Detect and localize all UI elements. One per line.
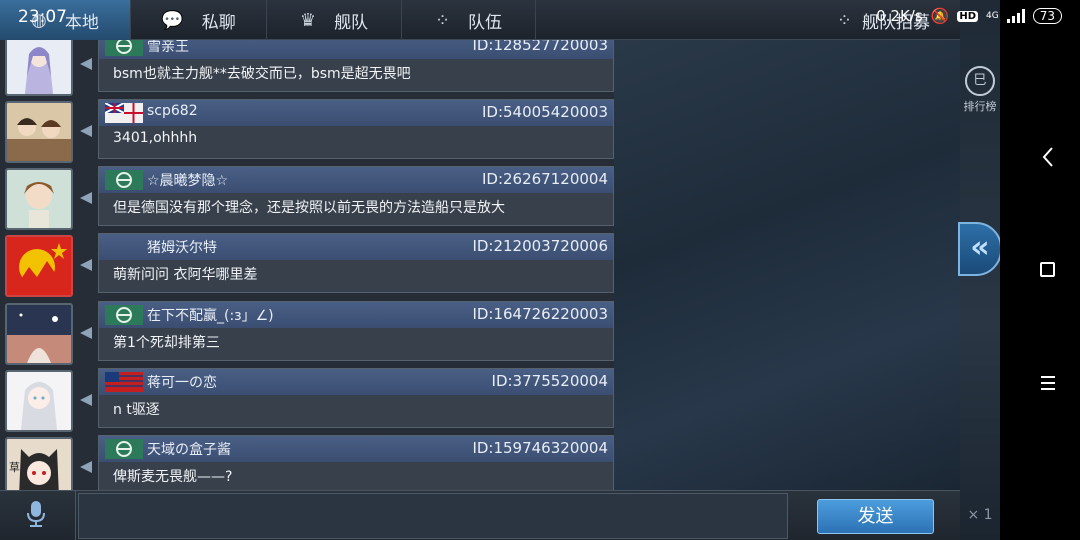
leaderboard-icon: 巳 <box>965 66 995 96</box>
bubble-pointer <box>80 125 92 137</box>
message-bubble: scp682 ID:54005420003 3401,ohhhh <box>98 99 614 159</box>
avatar[interactable] <box>5 370 73 432</box>
sender-id: ID:164726220003 <box>472 305 608 323</box>
microphone-icon <box>27 501 45 527</box>
team-icon: ⁘ <box>434 9 451 31</box>
message-bubble: 天域の盒子酱 ID:159746320004 俾斯麦无畏舰——? <box>98 435 614 490</box>
avatar[interactable] <box>5 168 73 230</box>
sender-name[interactable]: 雪亲王 <box>147 40 189 56</box>
leaderboard-button[interactable]: 巳 排行榜 <box>960 60 1000 120</box>
green-emblem-icon <box>105 439 143 459</box>
chat-tab-bar: ◍ 本地 💬 私聊 ♛ 舰队 ⁘ 队伍 ⁘ 舰队招募 <box>0 0 960 40</box>
chat-message: 草 天域の盒子酱 ID:159746320004 俾斯麦无畏舰——? <box>0 435 614 490</box>
chat-message-list[interactable]: 雪亲王 ID:128527720003 bsm也就主力舰**去破交而已，bsm是… <box>0 40 614 490</box>
tab-label: 私聊 <box>201 12 236 33</box>
chat-message: 雪亲王 ID:128527720003 bsm也就主力舰**去破交而已，bsm是… <box>0 40 614 96</box>
voice-input-button[interactable] <box>0 491 76 540</box>
recents-icon[interactable] <box>1041 376 1055 394</box>
message-bubble: 雪亲王 ID:128527720003 bsm也就主力舰**去破交而已，bsm是… <box>98 40 614 92</box>
sender-id: ID:3775520004 <box>491 372 608 390</box>
leaderboard-label: 排行榜 <box>963 100 997 113</box>
message-text: 俾斯麦无畏舰——? <box>113 469 233 485</box>
message-text: bsm也就主力舰**去破交而已，bsm是超无畏吧 <box>113 66 411 82</box>
tab-private[interactable]: 💬 私聊 <box>131 0 267 40</box>
message-header: 雪亲王 ID:128527720003 <box>99 40 613 59</box>
message-header: ☆晨曦梦隐☆ ID:26267120004 <box>99 167 613 193</box>
sender-id: ID:159746320004 <box>472 439 608 457</box>
chat-message: 蒋可一の恋 ID:3775520004 n t驱逐 <box>0 368 614 432</box>
avatar[interactable] <box>5 303 73 365</box>
bubble-pointer <box>80 394 92 406</box>
message-bubble: ☆晨曦梦隐☆ ID:26267120004 但是德国没有那个理念，还是按照以前无… <box>98 166 614 226</box>
tab-fleet-recruit[interactable]: ⁘ 舰队招募 <box>536 0 960 40</box>
tab-label: 舰队 <box>334 12 369 33</box>
sender-id: ID:212003720006 <box>472 237 608 255</box>
message-text: 萌新问问 衣阿华哪里差 <box>113 267 258 283</box>
chat-message: scp682 ID:54005420003 3401,ohhhh <box>0 99 614 163</box>
green-emblem-icon <box>105 170 143 190</box>
message-bubble: 在下不配赢_(:з」∠) ID:164726220003 第1个死却排第三 <box>98 301 614 361</box>
sender-name[interactable]: ☆晨曦梦隐☆ <box>147 170 228 190</box>
globe-icon: ◍ <box>31 9 47 31</box>
bubble-pointer <box>80 461 92 473</box>
avatar[interactable]: 草 <box>5 437 73 490</box>
bubble-pointer <box>80 58 92 70</box>
message-bubble: 蒋可一の恋 ID:3775520004 n t驱逐 <box>98 368 614 428</box>
home-icon[interactable] <box>1040 262 1055 277</box>
svg-text:草: 草 <box>9 461 20 474</box>
chat-bubble-icon: 💬 <box>161 9 184 31</box>
tab-label: 本地 <box>64 12 99 33</box>
chat-message: 在下不配赢_(:з」∠) ID:164726220003 第1个死却排第三 <box>0 301 614 365</box>
sender-name[interactable]: 猪姆沃尔特 <box>147 237 217 257</box>
bubble-pointer <box>80 192 92 204</box>
sender-id: ID:26267120004 <box>481 170 608 188</box>
tab-fleet[interactable]: ♛ 舰队 <box>267 0 402 40</box>
message-text: 第1个死却排第三 <box>113 335 220 351</box>
message-header: scp682 ID:54005420003 <box>99 100 613 126</box>
message-header: 猪姆沃尔特 ID:212003720006 <box>99 234 613 260</box>
sender-name[interactable]: 蒋可一の恋 <box>147 372 217 392</box>
tab-team[interactable]: ⁘ 队伍 <box>402 0 536 40</box>
message-header: 天域の盒子酱 ID:159746320004 <box>99 436 613 462</box>
sender-name[interactable]: 天域の盒子酱 <box>147 439 231 459</box>
sender-id: ID:54005420003 <box>481 103 608 121</box>
sender-name[interactable]: 在下不配赢_(:з」∠) <box>147 305 274 325</box>
message-input[interactable] <box>78 493 788 539</box>
recruit-icon: ⁘ <box>836 9 852 31</box>
sender-name[interactable]: scp682 <box>147 103 198 119</box>
tab-label: 舰队招募 <box>862 12 930 33</box>
tab-label: 队伍 <box>468 12 503 33</box>
bubble-pointer <box>80 327 92 339</box>
item-count-badge: × 1 <box>967 507 993 523</box>
sender-id: ID:128527720003 <box>472 40 608 54</box>
message-text: 3401,ohhhh <box>113 130 198 146</box>
uk-flag-icon <box>105 103 143 123</box>
game-background <box>614 40 960 490</box>
double-chevron-left-icon: « <box>970 230 990 265</box>
chat-message: ☆晨曦梦隐☆ ID:26267120004 但是德国没有那个理念，还是按照以前无… <box>0 166 614 230</box>
message-header: 蒋可一の恋 ID:3775520004 <box>99 369 613 395</box>
red-flag-icon <box>105 372 143 392</box>
message-bubble: 猪姆沃尔特 ID:212003720006 萌新问问 衣阿华哪里差 <box>98 233 614 293</box>
bubble-pointer <box>80 259 92 271</box>
message-header: 在下不配赢_(:з」∠) ID:164726220003 <box>99 302 613 328</box>
chat-message: 猪姆沃尔特 ID:212003720006 萌新问问 衣阿华哪里差 <box>0 233 614 297</box>
green-emblem-icon <box>105 40 143 56</box>
message-text: n t驱逐 <box>113 402 160 418</box>
avatar[interactable] <box>5 235 73 297</box>
chat-input-bar: 发送 <box>0 490 960 540</box>
green-emblem-icon <box>105 305 143 325</box>
fleet-emblem-icon: ♛ <box>299 9 317 31</box>
back-icon[interactable] <box>1040 146 1056 168</box>
message-text: 但是德国没有那个理念，还是按照以前无畏的方法造船只是放大 <box>113 200 505 216</box>
avatar[interactable] <box>5 40 73 96</box>
avatar[interactable] <box>5 101 73 163</box>
tab-local[interactable]: ◍ 本地 <box>0 0 131 40</box>
send-button[interactable]: 发送 <box>817 499 934 534</box>
